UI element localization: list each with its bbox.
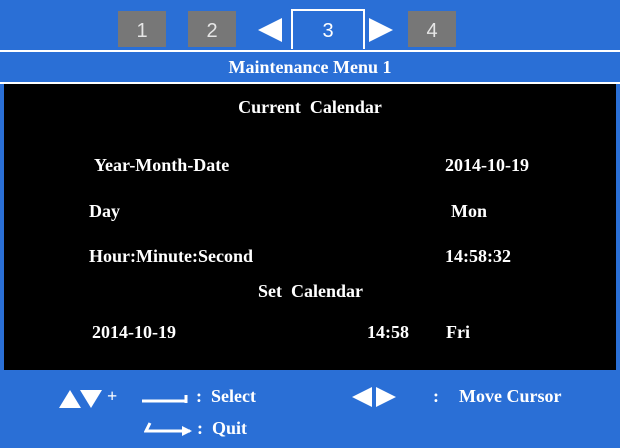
plus-symbol: + (107, 386, 118, 406)
right-triangle-icon[interactable] (369, 18, 393, 42)
up-arrow-icon (59, 390, 81, 408)
tab-bar: 1 2 3 4 (0, 0, 620, 50)
panel-right-border (616, 84, 620, 374)
quit-hint: : Quit (197, 418, 248, 438)
select-hint: : Select (196, 386, 256, 406)
set-calendar-heading: Set Calendar (258, 281, 363, 301)
tab-3[interactable]: 3 (291, 9, 365, 49)
tab-4[interactable]: 4 (408, 11, 456, 47)
set-date-field[interactable]: 2014-10-19 (92, 322, 176, 343)
day-value: Mon (451, 201, 487, 221)
enter-key-icon (142, 395, 188, 403)
left-triangle-icon[interactable] (258, 18, 282, 42)
set-time-field[interactable]: 14:58 (367, 322, 409, 343)
current-calendar-heading: Current Calendar (238, 97, 382, 117)
tab-1[interactable]: 1 (118, 11, 166, 47)
tab-2[interactable]: 2 (188, 11, 236, 47)
maintenance-screen: 1 2 3 4 Maintenance Menu 1 Current Calen… (0, 0, 620, 448)
move-cursor-hint: Move Cursor (459, 386, 562, 406)
set-day-field[interactable]: Fri (446, 322, 470, 343)
hour-minute-second-value: 14:58:32 (445, 246, 511, 266)
year-month-date-value: 2014-10-19 (445, 155, 529, 175)
move-cursor-colon: : (433, 386, 439, 406)
year-month-date-label: Year-Month-Date (94, 155, 230, 175)
hint-bar (0, 373, 620, 448)
hour-minute-second-label: Hour:Minute:Second (89, 246, 253, 266)
left-cursor-icon (352, 387, 372, 407)
return-key-icon (144, 422, 192, 436)
menu-title: Maintenance Menu 1 (0, 50, 620, 84)
down-arrow-icon (80, 390, 102, 408)
day-label: Day (89, 201, 120, 221)
right-cursor-icon (376, 387, 396, 407)
